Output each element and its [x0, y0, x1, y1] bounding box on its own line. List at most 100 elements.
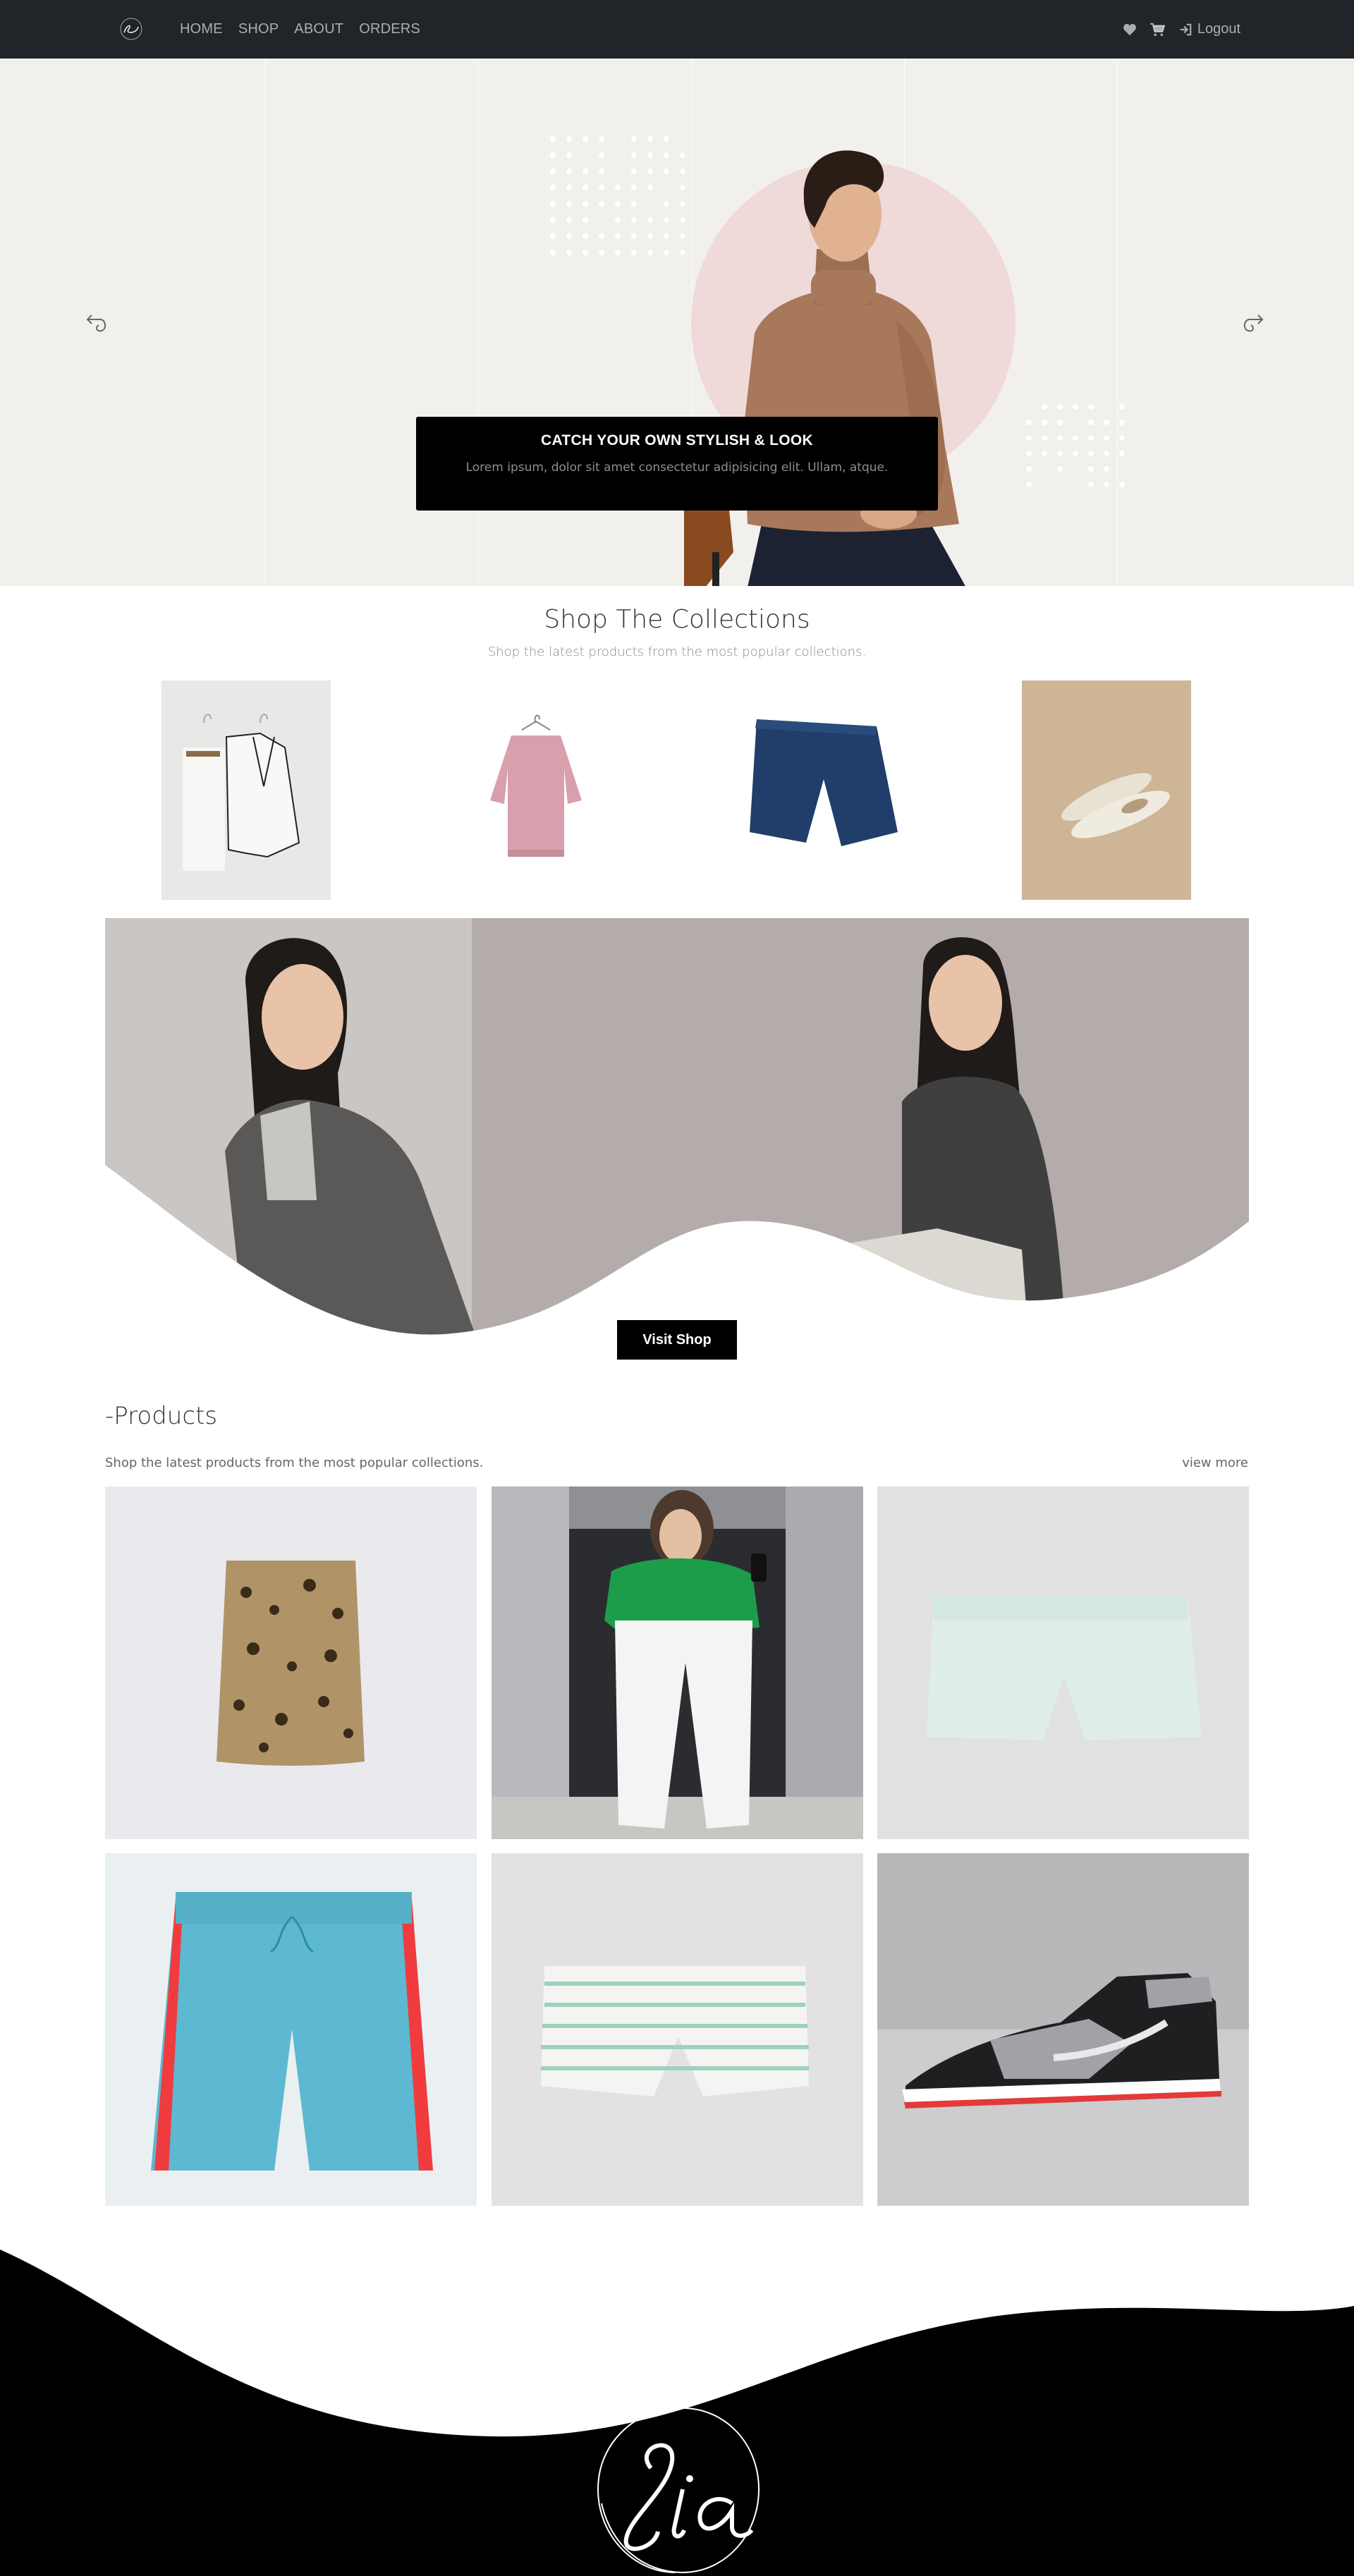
logout-label: Logout: [1197, 21, 1240, 37]
hero-dot: [1088, 404, 1094, 410]
hero-dot: [1088, 451, 1094, 456]
hero-model-image: [663, 129, 1086, 586]
hero-dot: [615, 250, 621, 255]
hero-dot: [583, 185, 588, 190]
collection-item-navy-shorts[interactable]: [736, 680, 905, 900]
nav-links: HOME SHOP ABOUT ORDERS: [180, 0, 436, 59]
hero-dot: [599, 201, 604, 207]
hero-dot: [631, 152, 637, 158]
hero-dot: [566, 136, 572, 142]
hero-dot: [647, 152, 653, 158]
arrow-right-curved-icon[interactable]: [1236, 305, 1267, 336]
heart-icon[interactable]: [1123, 23, 1137, 36]
hero-grid-line: [264, 59, 265, 586]
hero-dot: [1088, 466, 1094, 472]
nav-right: Logout: [1110, 0, 1240, 59]
hero-dot: [550, 233, 556, 239]
hero-dot: [583, 233, 588, 239]
hero-dot: [566, 185, 572, 190]
visit-shop-button[interactable]: Visit Shop: [617, 1320, 737, 1360]
hero-dot: [599, 250, 604, 255]
hero-dot: [1104, 466, 1109, 472]
hero-dot: [631, 185, 637, 190]
hero-caption: CATCH YOUR OWN STYLISH & LOOK Lorem ipsu…: [416, 417, 938, 511]
hero-dot: [1119, 420, 1125, 425]
collection-item-pink-sweater[interactable]: [451, 680, 621, 900]
hero-dot: [550, 201, 556, 207]
hero-dot: [615, 217, 621, 223]
hero-dot: [1088, 435, 1094, 441]
hero-dot: [647, 250, 653, 255]
hero-dot: [550, 217, 556, 223]
cart-icon[interactable]: [1149, 23, 1165, 37]
hero-dot: [566, 250, 572, 255]
product-card-sneaker[interactable]: [877, 1853, 1249, 2206]
hero-dot: [631, 217, 637, 223]
hero-dot: [1088, 420, 1094, 425]
hero-dot: [566, 169, 572, 174]
nav-link-orders[interactable]: ORDERS: [359, 21, 420, 37]
hero-dot: [599, 233, 604, 239]
hero-dot: [1119, 482, 1125, 487]
navbar: HOME SHOP ABOUT ORDERS Logout: [0, 0, 1354, 59]
hero-dot: [1119, 451, 1125, 456]
hero-dot: [599, 169, 604, 174]
hero-dot: [1119, 435, 1125, 441]
hero-caption-title: CATCH YOUR OWN STYLISH & LOOK: [416, 432, 938, 449]
hero-dot: [615, 201, 621, 207]
logout-link[interactable]: Logout: [1179, 21, 1240, 37]
nav-link-about[interactable]: ABOUT: [294, 21, 343, 37]
hero-dot: [583, 250, 588, 255]
hero-dot: [1119, 404, 1125, 410]
hero-dot: [647, 136, 653, 142]
hero-dot: [1104, 420, 1109, 425]
hero-dot: [566, 217, 572, 223]
promo-banner: [105, 918, 1249, 1345]
hero-dot: [1088, 482, 1094, 487]
hero-dot: [550, 169, 556, 174]
hero-dot: [583, 201, 588, 207]
hero-dot: [566, 233, 572, 239]
view-more-link[interactable]: view more: [1182, 1455, 1248, 1470]
hero-dot: [631, 169, 637, 174]
hero-dot: [647, 233, 653, 239]
hero-dot: [550, 185, 556, 190]
sign-out-icon: [1179, 23, 1192, 36]
hero-dot: [631, 233, 637, 239]
hero-dot: [566, 152, 572, 158]
hero-dot: [647, 217, 653, 223]
hero-dot: [566, 201, 572, 207]
hero-dot: [647, 185, 653, 190]
product-card-leopard-skirt[interactable]: [105, 1487, 477, 1839]
product-card-striped-shorts[interactable]: [492, 1853, 863, 2206]
hero-dot: [599, 185, 604, 190]
collection-item-loafers[interactable]: [1022, 680, 1191, 900]
hero-dot: [583, 136, 588, 142]
hero-dot: [1104, 482, 1109, 487]
arrow-left-curved-icon[interactable]: [83, 305, 114, 336]
products-subtitle: Shop the latest products from the most p…: [105, 1455, 483, 1470]
hero-dot: [1104, 451, 1109, 456]
product-card-mint-shorts[interactable]: [877, 1487, 1249, 1839]
hero-dot: [583, 217, 588, 223]
hero-carousel: CATCH YOUR OWN STYLISH & LOOK Lorem ipsu…: [0, 59, 1354, 586]
collections-subtitle: Shop the latest products from the most p…: [0, 645, 1354, 659]
hero-caption-text: Lorem ipsum, dolor sit amet consectetur …: [416, 460, 938, 475]
collection-item-white-suit[interactable]: [161, 680, 331, 900]
nav-link-home[interactable]: HOME: [180, 21, 223, 37]
hero-dot: [550, 152, 556, 158]
hero-dot: [599, 136, 604, 142]
hero-dot: [583, 169, 588, 174]
hero-dot: [550, 136, 556, 142]
hero-grid-line: [1117, 59, 1118, 586]
hero-dot: [615, 233, 621, 239]
nav-link-shop[interactable]: SHOP: [238, 21, 279, 37]
hero-dot: [550, 250, 556, 255]
collections-title: Shop The Collections: [0, 605, 1354, 634]
hero-dot: [615, 185, 621, 190]
product-card-green-top-outfit[interactable]: [492, 1487, 863, 1839]
footer-logo[interactable]: [591, 2405, 763, 2576]
brand-logo[interactable]: [117, 17, 145, 41]
product-card-blue-sport-shorts[interactable]: [105, 1853, 477, 2206]
hero-dot: [631, 201, 637, 207]
